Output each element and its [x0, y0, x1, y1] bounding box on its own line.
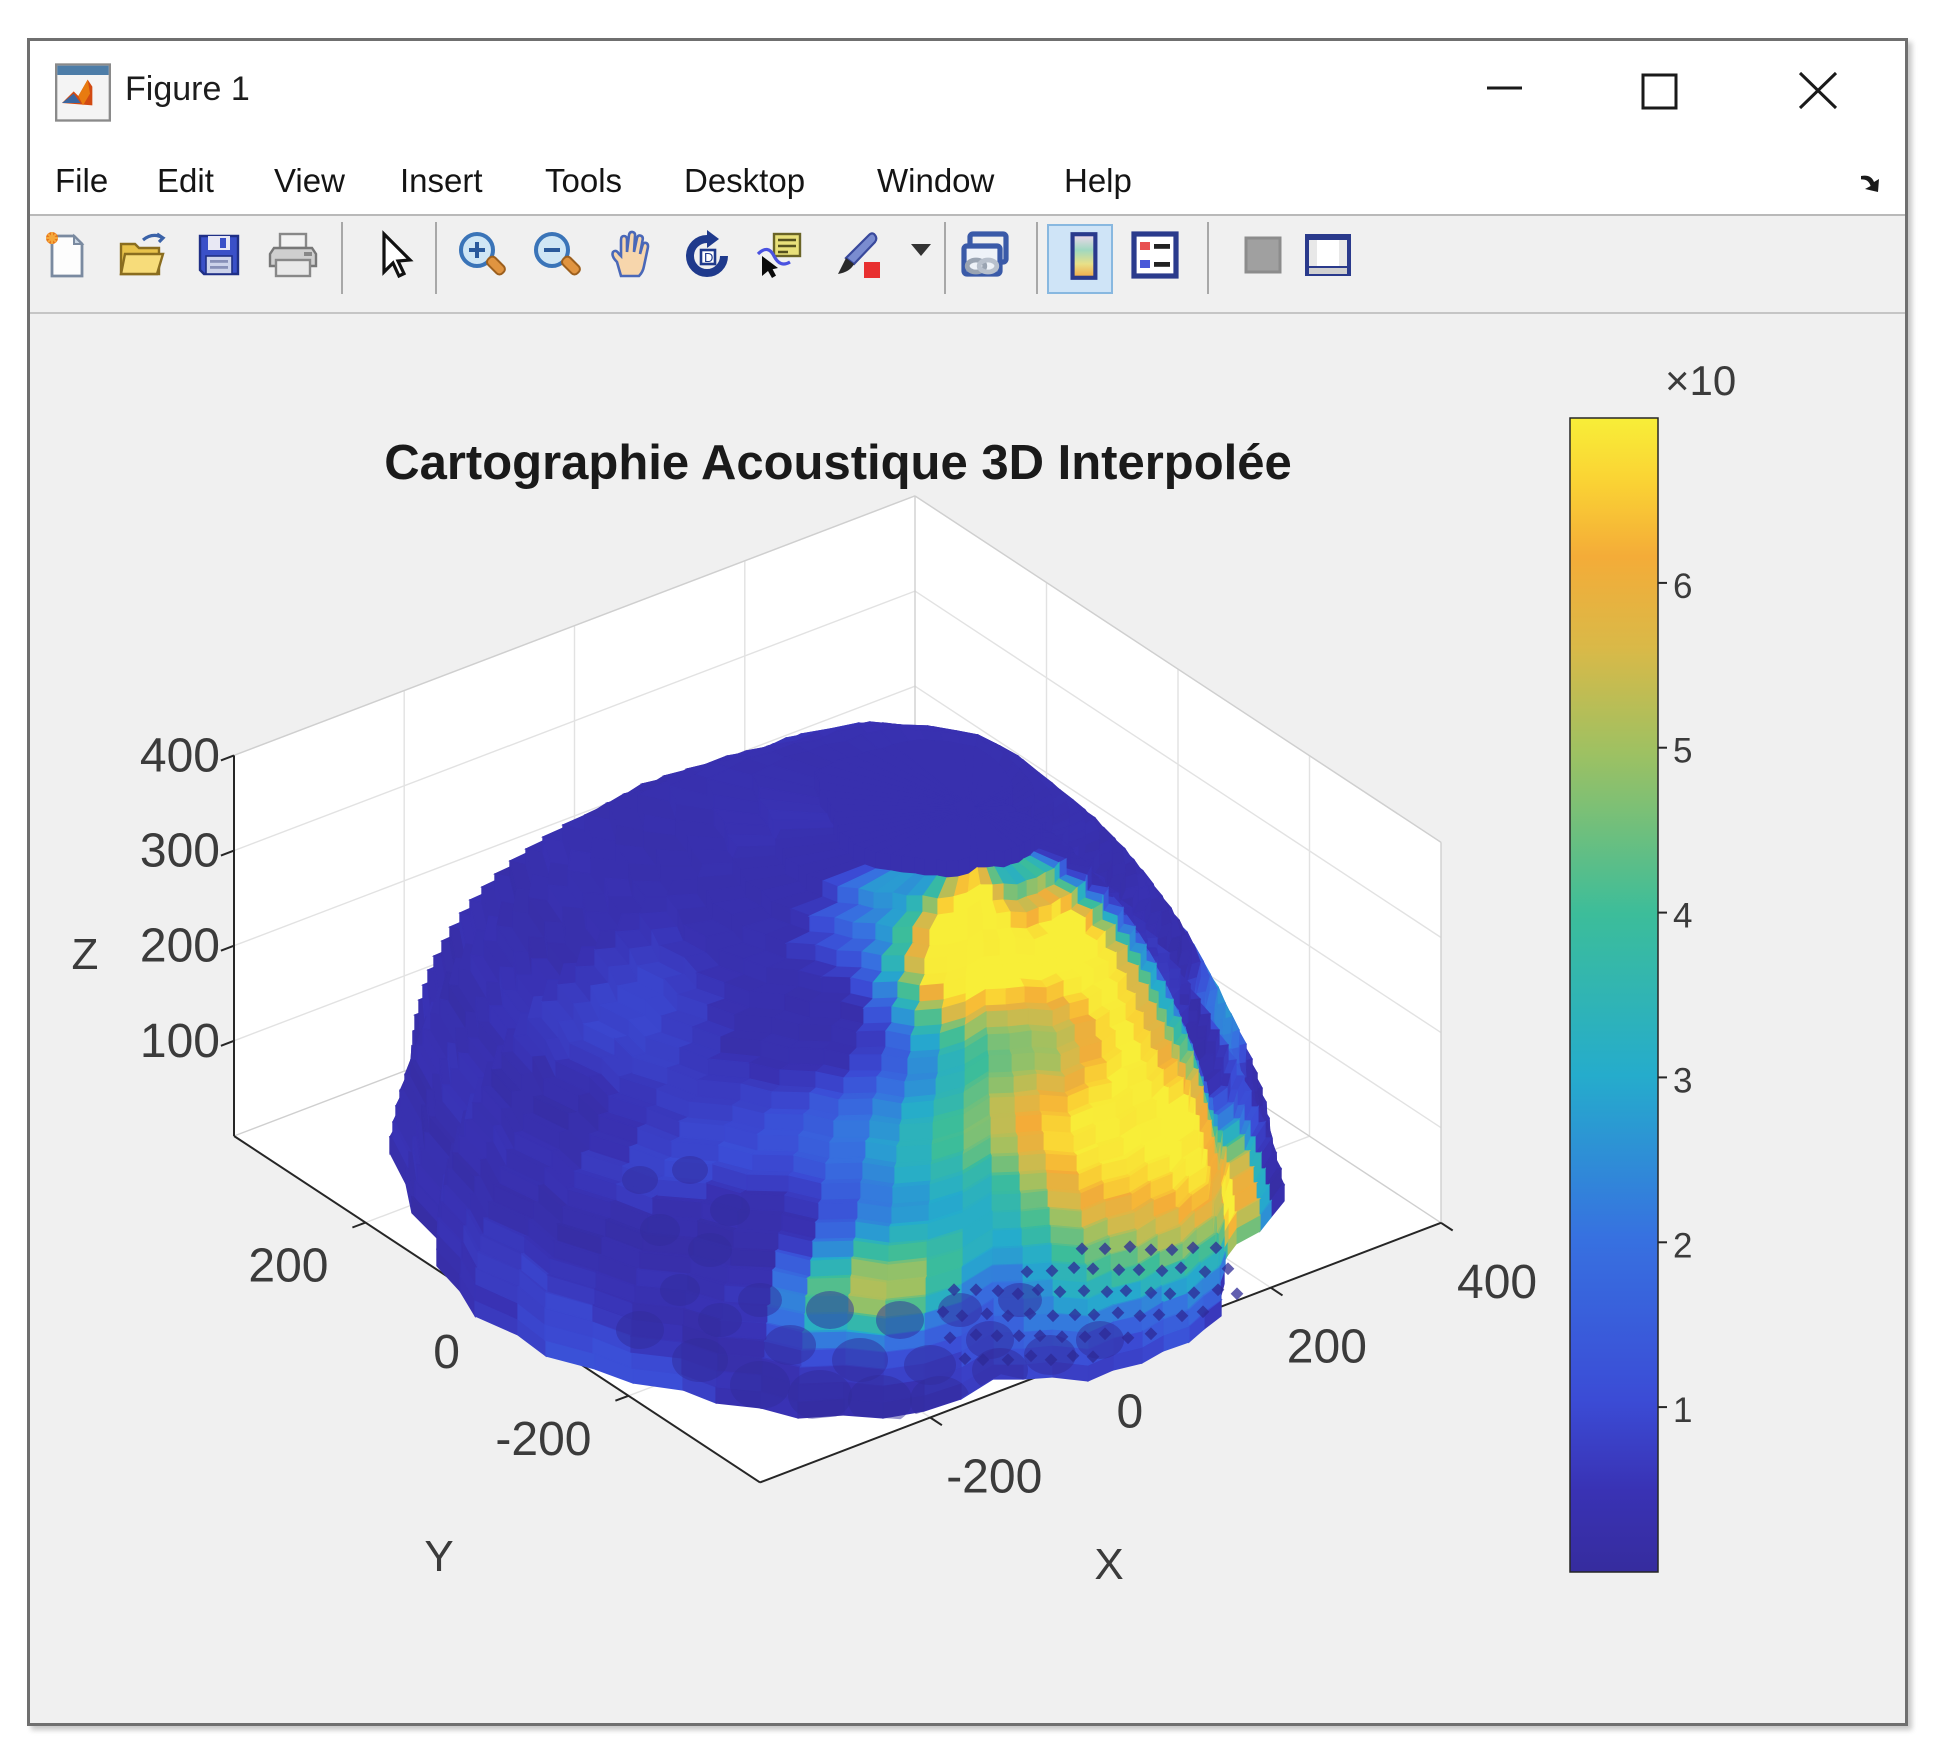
svg-text:5: 5: [1673, 732, 1692, 771]
svg-text:1: 1: [1673, 1391, 1692, 1430]
svg-text:×10: ×10: [1665, 357, 1736, 404]
svg-text:200: 200: [1287, 1321, 1367, 1374]
svg-text:2: 2: [1673, 1226, 1692, 1265]
svg-text:300: 300: [140, 825, 220, 878]
svg-text:4: 4: [1673, 897, 1692, 936]
svg-text:200: 200: [140, 920, 220, 973]
svg-text:0: 0: [1117, 1386, 1144, 1439]
svg-text:200: 200: [248, 1240, 328, 1293]
svg-text:400: 400: [140, 729, 220, 782]
svg-text:-200: -200: [495, 1413, 591, 1466]
svg-text:6: 6: [1673, 567, 1692, 606]
svg-text:-200: -200: [946, 1451, 1042, 1504]
svg-text:Cartographie Acoustique 3D Int: Cartographie Acoustique 3D Interpolée: [384, 436, 1292, 490]
svg-text:Y: Y: [424, 1532, 453, 1581]
svg-text:X: X: [1094, 1540, 1123, 1589]
svg-text:0: 0: [433, 1326, 460, 1379]
svg-text:100: 100: [140, 1015, 220, 1068]
svg-text:400: 400: [1457, 1256, 1537, 1309]
svg-text:Z: Z: [72, 930, 99, 979]
svg-text:3: 3: [1673, 1061, 1692, 1100]
